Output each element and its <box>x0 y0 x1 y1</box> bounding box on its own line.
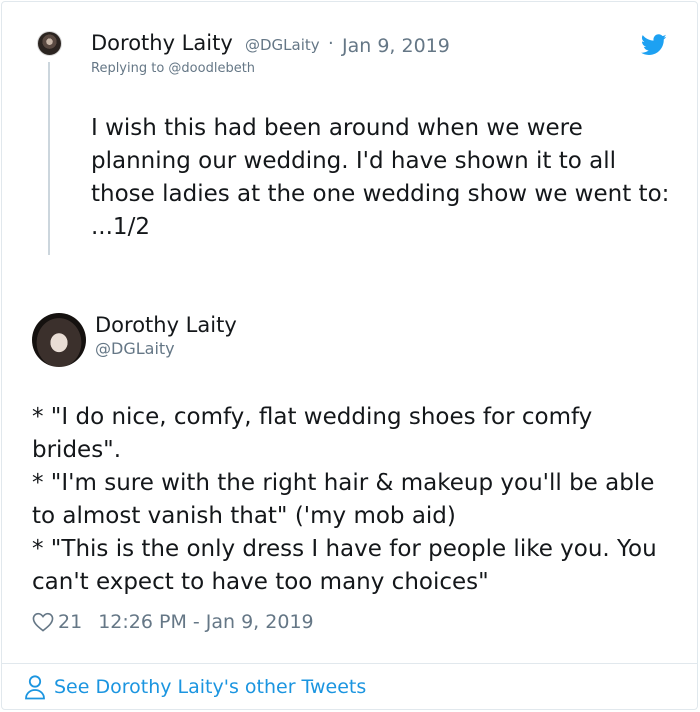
author-name[interactable]: Dorothy Laity <box>95 313 237 337</box>
see-other-tweets-link[interactable]: See Dorothy Laity's other Tweets <box>24 674 366 700</box>
like-count[interactable]: 21 <box>58 611 82 633</box>
tweet-meta: 21 12:26 PM - Jan 9, 2019 <box>32 611 314 633</box>
thread-line <box>48 62 50 255</box>
parent-separator: · <box>328 33 334 54</box>
parent-avatar[interactable] <box>37 31 62 56</box>
heart-icon[interactable] <box>32 612 54 632</box>
tweet-text-line: * "This is the only dress I have for peo… <box>32 536 657 595</box>
author-handle[interactable]: @DGLaity <box>95 339 175 358</box>
twitter-bird-icon[interactable] <box>641 34 667 56</box>
tweet-text: * "I do nice, comfy, flat wedding shoes … <box>32 401 672 599</box>
parent-date-link[interactable]: Jan 9, 2019 <box>342 35 450 57</box>
tweet-text-line: * "I do nice, comfy, flat wedding shoes … <box>32 404 593 463</box>
parent-author-name[interactable]: Dorothy Laity <box>91 31 233 55</box>
replying-to-label[interactable]: Replying to @doodlebeth <box>91 61 255 76</box>
footer-divider <box>1 663 698 664</box>
parent-author-handle[interactable]: @DGLaity <box>245 36 320 54</box>
parent-tweet-text: I wish this had been around when we were… <box>91 115 670 240</box>
tweet-timestamp[interactable]: 12:26 PM - Jan 9, 2019 <box>98 611 313 633</box>
person-icon <box>25 675 45 700</box>
author-avatar[interactable] <box>32 313 86 367</box>
see-other-tweets-label: See Dorothy Laity's other Tweets <box>54 676 367 698</box>
tweet-text-line: * "I'm sure with the right hair & makeup… <box>32 470 655 529</box>
